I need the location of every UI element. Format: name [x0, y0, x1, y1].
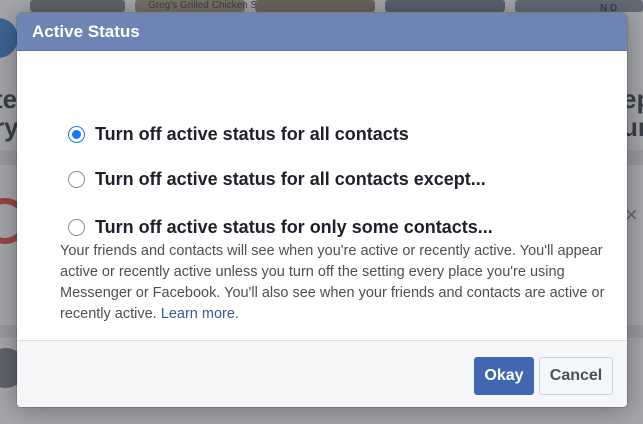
radio-unchecked-icon[interactable] [68, 219, 85, 236]
option-label[interactable]: Turn off active status for all contacts … [95, 169, 486, 190]
dialog-title: Active Status [32, 21, 140, 41]
cancel-button[interactable]: Cancel [539, 357, 613, 395]
dialog-body: Turn off active status for all contacts … [17, 51, 627, 340]
option-only-some-contacts[interactable]: Turn off active status for only some con… [68, 217, 493, 238]
description-text: Your friends and contacts will see when … [60, 241, 605, 325]
dialog-header: Active Status [17, 13, 627, 51]
radio-checked-icon[interactable] [68, 126, 85, 143]
option-label[interactable]: Turn off active status for all contacts [95, 124, 409, 145]
learn-more-link[interactable]: Learn more. [161, 306, 239, 322]
description-body: Your friends and contacts will see when … [60, 243, 605, 322]
radio-unchecked-icon[interactable] [68, 171, 85, 188]
dialog-footer: Okay Cancel [17, 340, 627, 407]
active-status-dialog: Active Status Turn off active status for… [17, 13, 627, 407]
okay-button[interactable]: Okay [474, 357, 534, 395]
option-all-contacts-except[interactable]: Turn off active status for all contacts … [68, 169, 486, 190]
option-label[interactable]: Turn off active status for only some con… [95, 217, 493, 238]
option-all-contacts[interactable]: Turn off active status for all contacts [68, 124, 409, 145]
